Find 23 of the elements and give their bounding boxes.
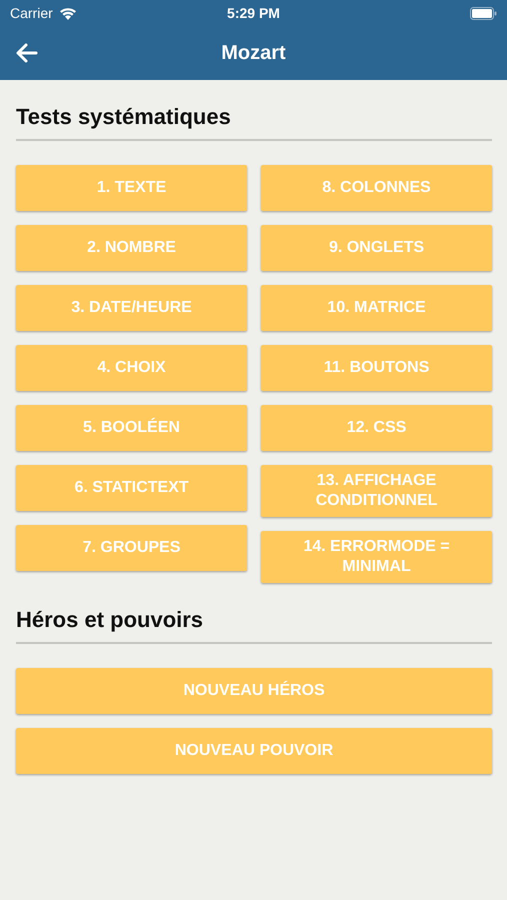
menu-button[interactable]: 11. BOUTONS	[261, 345, 492, 391]
menu-button[interactable]: NOUVEAU HÉROS	[16, 668, 492, 714]
menu-button[interactable]: 13. AFFICHAGE CONDITIONNEL	[261, 465, 492, 517]
menu-button[interactable]: 12. CSS	[261, 405, 492, 451]
section-title: Tests systématiques	[16, 104, 231, 130]
carrier-label: Carrier	[10, 5, 53, 21]
nav-title: Mozart	[221, 42, 286, 64]
menu-button[interactable]: 8. COLONNES	[261, 165, 492, 211]
menu-button[interactable]: 7. GROUPES	[16, 525, 247, 571]
menu-button[interactable]: 1. TEXTE	[16, 165, 247, 211]
status-time: 5:29 PM	[227, 5, 280, 21]
menu-button[interactable]: 14. ERRORMODE = MINIMAL	[261, 531, 492, 583]
menu-button[interactable]: 9. ONGLETS	[261, 225, 492, 271]
menu-button[interactable]: 5. BOOLÉEN	[16, 405, 247, 451]
battery-icon	[470, 6, 497, 20]
menu-button[interactable]: 6. STATICTEXT	[16, 465, 247, 511]
menu-button[interactable]: NOUVEAU POUVOIR	[16, 728, 492, 774]
menu-button[interactable]: 2. NOMBRE	[16, 225, 247, 271]
wifi-icon	[58, 6, 77, 20]
menu-button[interactable]: 3. DATE/HEURE	[16, 285, 247, 331]
section-title: Héros et pouvoirs	[16, 607, 204, 633]
menu-button[interactable]: 10. MATRICE	[261, 285, 492, 331]
menu-button[interactable]: 4. CHOIX	[16, 345, 247, 391]
